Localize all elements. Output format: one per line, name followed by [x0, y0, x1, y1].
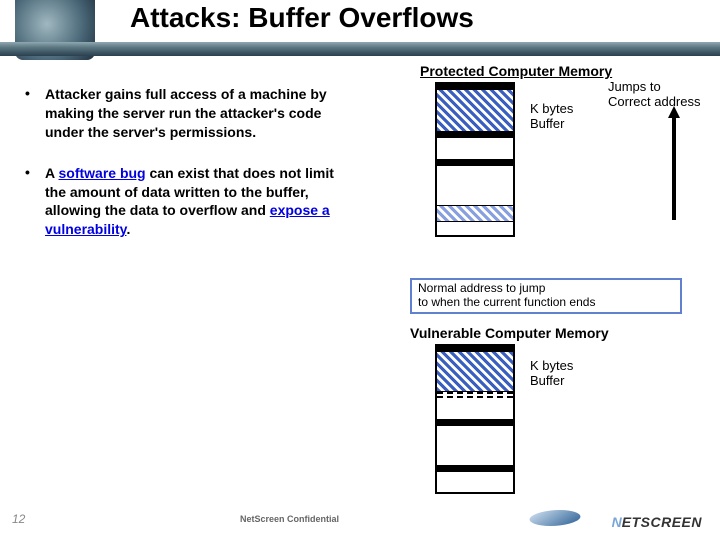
vulnerable-memory-title: Vulnerable Computer Memory	[410, 325, 609, 341]
mem-gap	[437, 138, 513, 160]
list-item: • Attacker gains full access of a machin…	[25, 85, 335, 142]
protected-memory-title: Protected Computer Memory	[420, 63, 612, 79]
label-jumps-to: Jumps to Correct address	[608, 80, 700, 110]
mem-gap	[437, 166, 513, 206]
memory-diagram-protected	[435, 82, 515, 237]
bullet-mark: •	[25, 85, 45, 142]
label-kbytes-buffer: K bytes Buffer	[530, 102, 573, 132]
link-software-bug[interactable]: software bug	[58, 165, 145, 181]
bullet-list: • Attacker gains full access of a machin…	[25, 85, 335, 261]
arrow-up-icon	[672, 110, 676, 220]
page-number: 12	[12, 512, 25, 526]
mem-gap	[437, 398, 513, 420]
netscreen-logo: NETSCREEN	[612, 514, 702, 530]
mem-gap	[437, 426, 513, 466]
slide-title: Attacks: Buffer Overflows	[130, 2, 474, 34]
bullet-text: Attacker gains full access of a machine …	[45, 85, 335, 142]
content-area: • Attacker gains full access of a machin…	[0, 60, 720, 500]
bullet-text: A software bug can exist that does not l…	[45, 164, 335, 240]
list-item: • A software bug can exist that does not…	[25, 164, 335, 240]
callout-normal-address: Normal address to jump to when the curre…	[410, 278, 682, 314]
mem-buffer	[437, 90, 513, 132]
confidential-text: NetScreen Confidential	[240, 514, 339, 524]
bullet-mark: •	[25, 164, 45, 240]
label-kbytes-buffer: K bytes Buffer	[530, 359, 573, 389]
mem-buffer	[437, 352, 513, 392]
mem-segment	[437, 466, 513, 472]
mem-return-addr	[437, 206, 513, 222]
header: Attacks: Buffer Overflows	[0, 0, 720, 60]
header-bar	[0, 42, 720, 56]
logo-swoosh-icon	[525, 510, 584, 526]
footer: 12 NetScreen Confidential NETSCREEN	[0, 500, 720, 540]
memory-diagram-vulnerable	[435, 344, 515, 494]
